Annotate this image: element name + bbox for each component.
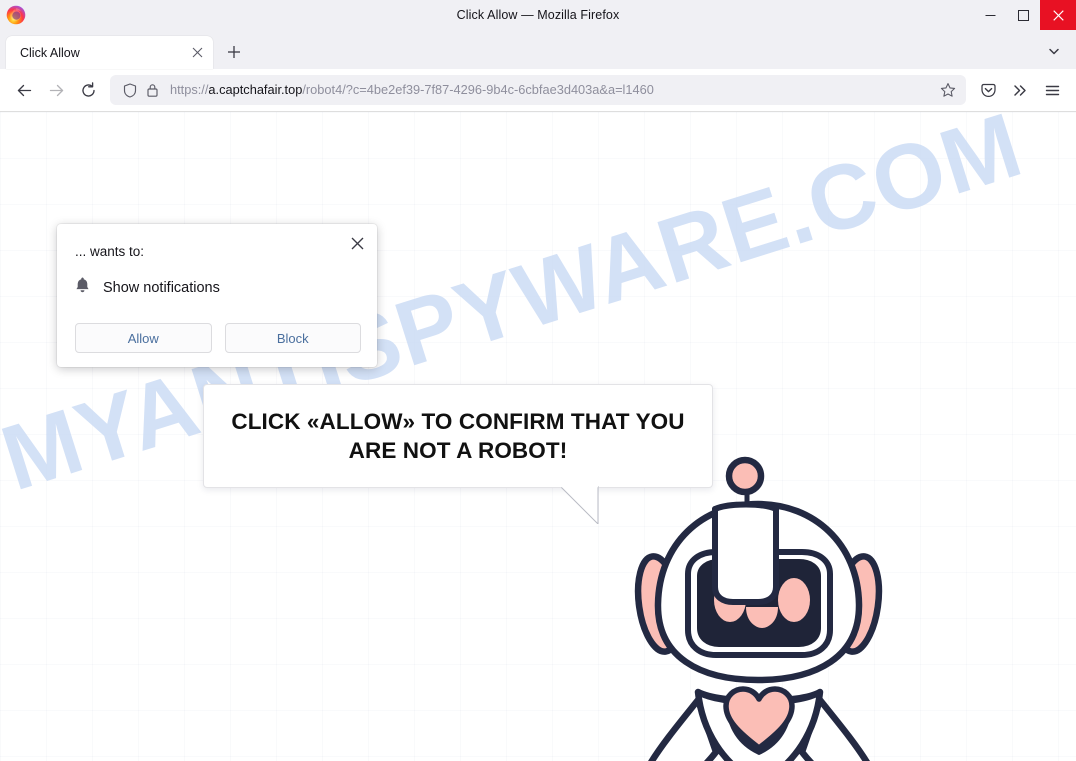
- url-path: /robot4/?c=4be2ef39-7f87-4296-9b4c-6cbfa…: [302, 82, 654, 97]
- popup-buttons: Allow Block: [75, 323, 361, 353]
- window-controls: [974, 0, 1076, 30]
- maximize-icon: [1018, 9, 1029, 21]
- star-icon: [940, 83, 956, 97]
- title-bar: Click Allow — Mozilla Firefox: [0, 0, 1076, 30]
- close-window-button[interactable]: [1040, 0, 1076, 30]
- popup-close-button[interactable]: [345, 231, 369, 255]
- url-subdomain: a.: [208, 82, 220, 97]
- minimize-icon: [985, 14, 996, 16]
- url-bar[interactable]: https://a.captchafair.top/robot4/?c=4be2…: [110, 75, 966, 105]
- minimize-button[interactable]: [974, 0, 1007, 30]
- firefox-logo-icon: [6, 5, 26, 25]
- url-host: captchafair.top: [219, 82, 303, 97]
- speech-bubble-tail: [560, 486, 599, 524]
- close-icon: [192, 47, 202, 58]
- reload-button[interactable]: [72, 74, 104, 106]
- reload-icon: [81, 81, 95, 97]
- hamburger-menu-icon: [1045, 85, 1059, 95]
- tab-close-button[interactable]: [187, 43, 207, 63]
- firefox-browser-window: Click Allow — Mozilla Firefox Click Allo…: [0, 0, 1076, 761]
- shield-icon[interactable]: [120, 80, 140, 100]
- tab-strip: Click Allow: [0, 30, 1076, 69]
- allow-button[interactable]: Allow: [75, 323, 212, 353]
- url-scheme: https://: [170, 82, 209, 97]
- robot-mascot-illustration: [634, 456, 883, 761]
- chevron-down-icon: [1049, 48, 1059, 55]
- block-button[interactable]: Block: [224, 323, 361, 353]
- popup-permission-row: Show notifications: [75, 277, 361, 299]
- pocket-icon: [980, 83, 996, 97]
- lock-icon[interactable]: [142, 80, 162, 100]
- close-icon: [351, 237, 363, 249]
- speech-bubble: CLICK «ALLOW» TO CONFIRM THAT YOU ARE NO…: [203, 384, 713, 488]
- url-text[interactable]: https://a.captchafair.top/robot4/?c=4be2…: [170, 80, 936, 100]
- maximize-button[interactable]: [1007, 0, 1040, 30]
- bell-icon: [75, 277, 90, 299]
- toolbar-right-actions: [972, 74, 1068, 106]
- tab-title: Click Allow: [20, 45, 80, 60]
- new-tab-button[interactable]: [219, 37, 249, 67]
- arrow-left-icon: [17, 84, 31, 96]
- back-button[interactable]: [8, 74, 40, 106]
- navigation-toolbar: https://a.captchafair.top/robot4/?c=4be2…: [0, 69, 1076, 112]
- bookmark-button[interactable]: [936, 78, 960, 102]
- pocket-button[interactable]: [972, 74, 1004, 106]
- notification-permission-popup: ... wants to: Show notifications Allow B…: [57, 224, 377, 367]
- arrow-right-icon: [49, 84, 63, 96]
- speech-bubble-text: CLICK «ALLOW» TO CONFIRM THAT YOU ARE NO…: [231, 409, 685, 463]
- double-chevron-icon: [1013, 84, 1026, 96]
- close-icon: [1052, 9, 1064, 21]
- plus-icon: [228, 46, 240, 58]
- app-menu-button[interactable]: [1036, 74, 1068, 106]
- list-all-tabs-button[interactable]: [1040, 37, 1068, 65]
- popup-permission-label: Show notifications: [103, 280, 220, 296]
- forward-button[interactable]: [40, 74, 72, 106]
- browser-tab[interactable]: Click Allow: [6, 36, 213, 69]
- page-content: MYANTISPYWARE.COM CLICK «ALLOW» TO CONFI…: [0, 112, 1076, 761]
- window-title: Click Allow — Mozilla Firefox: [456, 8, 620, 22]
- popup-origin-label: ... wants to:: [75, 244, 145, 259]
- overflow-menu-button[interactable]: [1004, 74, 1036, 106]
